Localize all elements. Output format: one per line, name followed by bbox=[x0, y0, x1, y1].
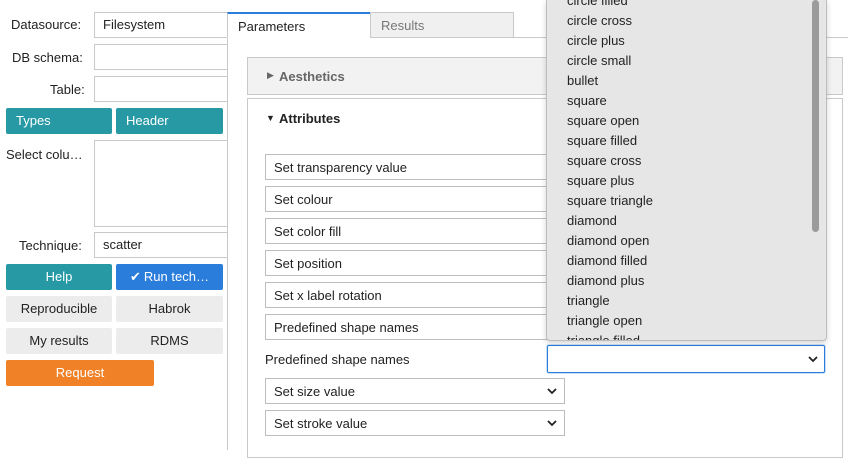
attributes-heading[interactable]: Attributes bbox=[279, 111, 340, 126]
dropdown-option[interactable]: diamond open bbox=[567, 233, 649, 248]
dropdown-option[interactable]: square triangle bbox=[567, 193, 653, 208]
technique-value: scatter bbox=[103, 237, 143, 252]
size-select-label: Set size value bbox=[274, 384, 355, 399]
dropdown-option[interactable]: diamond plus bbox=[567, 273, 644, 288]
technique-label: Technique: bbox=[19, 238, 82, 253]
content-border bbox=[227, 37, 228, 450]
x-label-rotation-select[interactable]: Set x label rotation bbox=[265, 282, 565, 308]
header-button[interactable]: Header bbox=[116, 108, 223, 134]
color-fill-select-label: Set color fill bbox=[274, 224, 342, 239]
dropdown-option[interactable]: square cross bbox=[567, 153, 641, 168]
dropdown-option[interactable]: circle small bbox=[567, 53, 631, 68]
table-field[interactable] bbox=[94, 76, 227, 102]
types-button[interactable]: Types bbox=[6, 108, 112, 134]
colour-select[interactable]: Set colour bbox=[265, 186, 565, 212]
dropdown-option[interactable]: bullet bbox=[567, 73, 598, 88]
stroke-select-label: Set stroke value bbox=[274, 416, 368, 431]
caret-right-icon: ▶ bbox=[267, 70, 274, 80]
checkmark-icon: ✔ bbox=[130, 269, 141, 284]
position-select-label: Set position bbox=[274, 256, 342, 271]
dropdown-option[interactable]: triangle open bbox=[567, 313, 642, 328]
shape-names-select-label: Predefined shape names bbox=[274, 320, 419, 335]
shape-names-dropdown[interactable]: circle filled circle cross circle plus circ… bbox=[546, 0, 827, 341]
table-label: Table: bbox=[50, 82, 85, 97]
dbschema-field[interactable] bbox=[94, 44, 227, 70]
dropdown-option[interactable]: diamond filled bbox=[567, 253, 647, 268]
rdms-button[interactable]: RDMS bbox=[116, 328, 223, 354]
datasource-label: Datasource: bbox=[11, 17, 82, 32]
x-label-rotation-select-label: Set x label rotation bbox=[274, 288, 382, 303]
help-button[interactable]: Help bbox=[6, 264, 112, 290]
tabbar-divider-right bbox=[825, 37, 848, 38]
transparency-select[interactable]: Set transparency value bbox=[265, 154, 565, 180]
habrok-button[interactable]: Habrok bbox=[116, 296, 223, 322]
chevron-down-icon bbox=[547, 388, 557, 395]
tab-results[interactable]: Results bbox=[370, 12, 514, 38]
color-fill-select[interactable]: Set color fill bbox=[265, 218, 565, 244]
select-columns-list[interactable] bbox=[94, 140, 227, 227]
position-select[interactable]: Set position bbox=[265, 250, 565, 276]
dropdown-option[interactable]: circle plus bbox=[567, 33, 625, 48]
run-technique-button[interactable]: ✔ Run tech… bbox=[116, 264, 223, 290]
technique-field[interactable]: scatter bbox=[94, 232, 227, 258]
my-results-button[interactable]: My results bbox=[6, 328, 112, 354]
chevron-down-icon bbox=[547, 420, 557, 427]
dropdown-scrollbar[interactable] bbox=[812, 0, 819, 232]
dropdown-option[interactable]: square plus bbox=[567, 173, 634, 188]
dropdown-option[interactable]: triangle bbox=[567, 293, 610, 308]
shape-names-select[interactable]: Predefined shape names bbox=[265, 314, 565, 340]
dropdown-option[interactable]: circle cross bbox=[567, 13, 632, 28]
colour-select-label: Set colour bbox=[274, 192, 333, 207]
datasource-value: Filesystem bbox=[103, 17, 166, 32]
transparency-select-label: Set transparency value bbox=[274, 160, 407, 175]
aesthetics-heading: Aesthetics bbox=[279, 69, 345, 84]
dropdown-option[interactable]: square bbox=[567, 93, 607, 108]
dropdown-option[interactable]: triangle filled bbox=[567, 333, 640, 340]
shape-names-field-label: Predefined shape names bbox=[265, 352, 410, 367]
stroke-select[interactable]: Set stroke value bbox=[265, 410, 565, 436]
tab-parameters[interactable]: Parameters bbox=[227, 12, 371, 38]
chevron-down-icon bbox=[808, 356, 818, 363]
shape-names-input[interactable] bbox=[547, 345, 825, 373]
size-select[interactable]: Set size value bbox=[265, 378, 565, 404]
run-technique-label: Run tech… bbox=[143, 269, 209, 284]
dropdown-option[interactable]: diamond bbox=[567, 213, 617, 228]
dropdown-option[interactable]: circle filled bbox=[567, 0, 628, 8]
dbschema-label: DB schema: bbox=[12, 50, 83, 65]
request-button[interactable]: Request bbox=[6, 360, 154, 386]
reproducible-button[interactable]: Reproducible bbox=[6, 296, 112, 322]
dropdown-option[interactable]: square open bbox=[567, 113, 639, 128]
dropdown-option[interactable]: square filled bbox=[567, 133, 637, 148]
caret-down-icon[interactable]: ▼ bbox=[266, 113, 275, 123]
datasource-field[interactable]: Filesystem bbox=[94, 12, 227, 38]
select-columns-label: Select colu… bbox=[6, 147, 83, 162]
